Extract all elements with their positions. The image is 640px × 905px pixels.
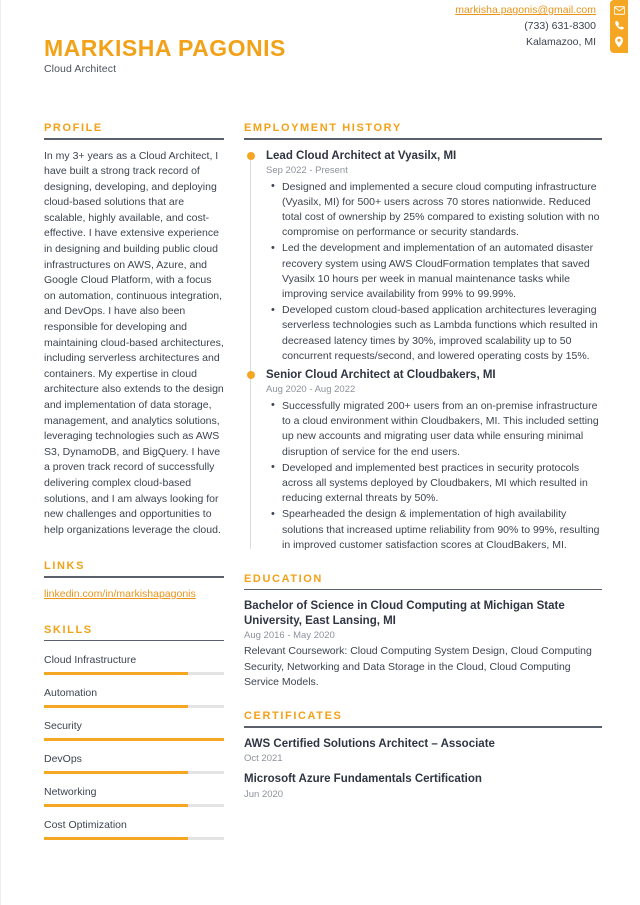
- education-title: Bachelor of Science in Cloud Computing a…: [244, 600, 565, 627]
- employment-section: EMPLOYMENT HISTORY Lead Cloud Architect …: [244, 122, 602, 553]
- links-section: LINKS linkedin.com/in/markishapagonis: [44, 560, 224, 602]
- resume-page: MARKISHA PAGONIS Cloud Architect markish…: [0, 0, 640, 905]
- skill-row: Networking: [44, 782, 224, 808]
- envelope-icon: [613, 5, 625, 15]
- employment-section-rule: [244, 138, 602, 140]
- skill-label: Cost Optimization: [44, 819, 127, 832]
- job-title: Senior Cloud Architect at Cloudbakers, M…: [266, 368, 496, 381]
- skill-row: Cost Optimization: [44, 815, 224, 841]
- skill-fill: [44, 738, 224, 742]
- timeline-dot-icon: [246, 371, 255, 380]
- certificate-date: Jun 2020: [244, 788, 284, 800]
- skill-fill: [44, 672, 188, 676]
- timeline-dot-icon: [246, 152, 255, 160]
- skill-fill: [44, 804, 188, 808]
- skill-label: DevOps: [44, 753, 82, 766]
- job-bullet: Developed custom cloud-based application…: [271, 303, 602, 364]
- skill-label: Networking: [44, 786, 97, 799]
- link-item[interactable]: linkedin.com/in/markishapagonis: [44, 587, 224, 602]
- certificate-date: Oct 2021: [244, 753, 283, 765]
- certificate-title: Microsoft Azure Fundamentals Certificati…: [244, 773, 482, 786]
- job-bullet: Led the development and implementation o…: [271, 241, 602, 302]
- skill-row: Automation: [44, 683, 224, 709]
- education-section-title: EDUCATION: [244, 572, 323, 585]
- education-description: Relevant Coursework: Cloud Computing Sys…: [244, 645, 592, 688]
- certificate-title: AWS Certified Solutions Architect – Asso…: [244, 737, 495, 750]
- skill-track: [44, 837, 224, 841]
- contact-block: markisha.pagonis@gmail.com (733) 631-830…: [455, 2, 596, 50]
- job-date: Sep 2022 - Present: [266, 164, 348, 176]
- job-title: Lead Cloud Architect at Vyasilx, MI: [266, 149, 457, 162]
- education-section-rule: [244, 588, 602, 591]
- profile-section-title: PROFILE: [44, 122, 103, 134]
- skill-fill: [44, 705, 188, 709]
- skill-row: DevOps: [44, 749, 224, 775]
- job-bullets: Successfully migrated 200+ users from an…: [266, 398, 602, 553]
- job-bullets: Designed and implemented a secure cloud …: [266, 179, 602, 364]
- profile-section-rule: [44, 138, 224, 140]
- certificate-entry: AWS Certified Solutions Architect – Asso…: [244, 737, 602, 766]
- links-section-title: LINKS: [44, 560, 85, 573]
- job-bullet: Spearheaded the design & implementation …: [271, 507, 602, 553]
- skill-fill: [44, 771, 188, 775]
- certificate-entry: Microsoft Azure Fundamentals Certificati…: [244, 772, 602, 801]
- skill-track: [44, 771, 224, 775]
- skill-track: [44, 738, 224, 742]
- contact-email-link[interactable]: markisha.pagonis@gmail.com: [455, 2, 596, 18]
- skills-section-title: SKILLS: [44, 623, 93, 636]
- skill-label: Automation: [44, 687, 98, 700]
- education-date: Aug 2016 - May 2020: [244, 630, 335, 642]
- certificates-section-rule: [244, 726, 602, 728]
- left-column: PROFILE In my 3+ years as a Cloud Archit…: [44, 122, 224, 848]
- skill-label: Cloud Infrastructure: [44, 654, 137, 667]
- job-entry: Senior Cloud Architect at Cloudbakers, M…: [244, 368, 602, 553]
- skill-track: [44, 672, 224, 676]
- certificates-section: CERTIFICATES AWS Certified Solutions Arc…: [244, 710, 602, 801]
- profile-section: PROFILE In my 3+ years as a Cloud Archit…: [44, 122, 224, 538]
- job-entry: Lead Cloud Architect at Vyasilx, MI Sep …: [244, 149, 602, 364]
- skill-track: [44, 705, 224, 709]
- skill-label: Security: [44, 720, 82, 733]
- contact-phone: (733) 631-8300: [524, 20, 596, 32]
- phone-icon: [614, 20, 625, 31]
- skill-fill: [44, 837, 188, 841]
- job-bullet: Successfully migrated 200+ users from an…: [271, 398, 602, 460]
- education-entry: Bachelor of Science in Cloud Computing a…: [244, 599, 602, 690]
- employment-timeline: Lead Cloud Architect at Vyasilx, MI Sep …: [244, 149, 602, 553]
- skill-row: Security: [44, 716, 224, 742]
- candidate-job-title: Cloud Architect: [44, 63, 117, 76]
- job-bullet: Designed and implemented a secure cloud …: [271, 179, 602, 241]
- skills-section-rule: [44, 639, 224, 642]
- job-date: Aug 2020 - Aug 2022: [266, 383, 356, 395]
- contact-icon-tab: [610, 0, 628, 53]
- skills-section: SKILLS Cloud Infrastructure Automation S…: [44, 624, 224, 841]
- education-section: EDUCATION Bachelor of Science in Cloud C…: [244, 573, 602, 690]
- contact-location: Kalamazoo, MI: [525, 36, 596, 48]
- skill-row: Cloud Infrastructure: [44, 650, 224, 676]
- job-bullet: Developed and implemented best practices…: [271, 460, 602, 507]
- profile-text: In my 3+ years as a Cloud Architect, I h…: [44, 149, 224, 536]
- page-left-edge: [0, 0, 1, 905]
- skill-track: [44, 804, 224, 808]
- right-column: EMPLOYMENT HISTORY Lead Cloud Architect …: [244, 122, 602, 808]
- certificates-section-title: CERTIFICATES: [244, 710, 343, 723]
- location-pin-icon: [614, 35, 624, 48]
- employment-section-title: EMPLOYMENT HISTORY: [244, 122, 402, 134]
- links-section-rule: [44, 576, 224, 578]
